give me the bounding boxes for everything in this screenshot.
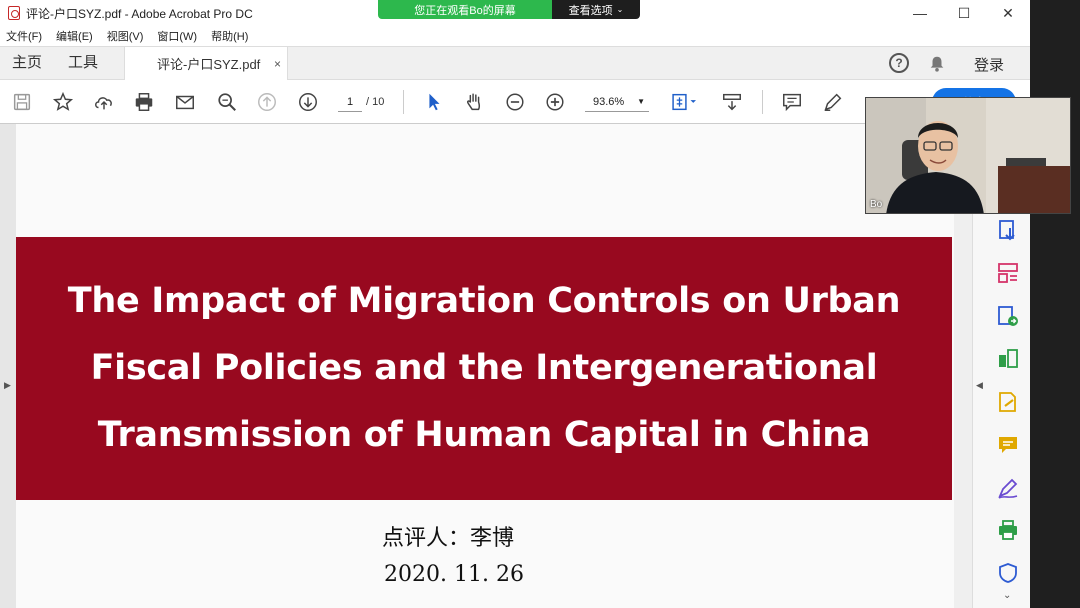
highlight-pen-icon[interactable] [821, 90, 845, 114]
menu-help[interactable]: 帮助(H) [211, 28, 248, 44]
view-options-button[interactable]: 查看选项 ⌄ [552, 0, 640, 19]
zoom-level-select[interactable]: 93.6% ▼ [585, 92, 649, 112]
expand-left-icon: ▶ [4, 380, 11, 390]
bell-icon[interactable] [928, 55, 946, 73]
select-cursor-icon[interactable] [422, 90, 446, 114]
compare-files-icon[interactable] [996, 347, 1020, 371]
edit-pdf-icon[interactable] [996, 304, 1020, 328]
scroll-mode-icon[interactable] [720, 90, 744, 114]
toolbar-divider [403, 90, 404, 114]
webcam-user-label: Bo [870, 199, 883, 210]
fill-sign-icon[interactable] [996, 390, 1020, 414]
slide-reviewer: 点评人：李博 [382, 526, 515, 551]
window-controls: — ☐ ✕ [898, 0, 1030, 26]
window-title: 评论-户口SYZ.pdf - Adobe Acrobat Pro DC [26, 6, 253, 21]
menu-window[interactable]: 窗口(W) [157, 28, 197, 44]
previous-page-icon[interactable] [255, 90, 279, 114]
print-production-icon[interactable] [996, 518, 1020, 542]
save-icon[interactable] [10, 90, 34, 114]
hand-tool-icon[interactable] [462, 90, 486, 114]
zoom-search-icon[interactable] [215, 90, 239, 114]
menu-file[interactable]: 文件(F) [6, 28, 42, 44]
export-pdf-icon[interactable] [996, 218, 1020, 242]
email-icon[interactable] [173, 90, 197, 114]
tab-home[interactable]: 主页 [12, 47, 42, 79]
acrobat-window: 评论-户口SYZ.pdf - Adobe Acrobat Pro DC — ☐ … [0, 0, 1030, 608]
help-icon[interactable]: ? [889, 53, 909, 73]
minimize-button[interactable]: — [898, 0, 942, 26]
tab-tools[interactable]: 工具 [68, 47, 98, 79]
tab-close-icon[interactable]: × [274, 57, 281, 71]
tab-document-label: 评论-户口SYZ.pdf [157, 57, 261, 72]
organize-pages-icon[interactable] [996, 261, 1020, 285]
view-options-label: 查看选项 [568, 4, 613, 17]
comment-tool-icon[interactable] [996, 433, 1020, 457]
page-total: / 10 [366, 96, 385, 108]
share-status: 您正在观看Bo的屏幕 [378, 0, 552, 19]
slide-title-line-2: Fiscal Policies and the Intergenerationa… [90, 348, 878, 388]
webcam-video[interactable]: Bo [865, 97, 1071, 214]
protect-shield-icon[interactable] [996, 561, 1020, 585]
close-window-button[interactable]: ✕ [986, 0, 1030, 26]
slide-title-band: The Impact of Migration Controls on Urba… [16, 237, 952, 500]
zoom-in-icon[interactable] [543, 90, 567, 114]
left-panel-toggle[interactable]: ▶ [0, 124, 16, 608]
fit-page-icon[interactable] [668, 90, 702, 114]
collapse-right-panel-icon[interactable]: ◀ [976, 380, 983, 391]
pdf-file-icon [8, 6, 20, 20]
zoom-out-icon[interactable] [503, 90, 527, 114]
webcam-feed-image [866, 98, 1070, 213]
next-page-icon[interactable] [296, 90, 320, 114]
menu-view[interactable]: 视图(V) [107, 28, 144, 44]
slide-title-line-3: Transmission of Human Capital in China [97, 415, 871, 455]
chevron-down-icon: ▼ [637, 97, 645, 106]
slide-title-line-1: The Impact of Migration Controls on Urba… [67, 281, 901, 321]
chevron-down-icon: ⌄ [616, 5, 624, 14]
login-link[interactable]: 登录 [974, 54, 1004, 75]
comment-icon[interactable] [780, 90, 804, 114]
toolbar-divider [762, 90, 763, 114]
menu-edit[interactable]: 编辑(E) [56, 28, 93, 44]
desktop-edge [1030, 0, 1080, 608]
maximize-button[interactable]: ☐ [942, 0, 986, 26]
zoom-level-value: 93.6% [593, 96, 625, 108]
tab-bar: 主页 工具 评论-户口SYZ.pdf × ? 登录 [0, 46, 1030, 80]
menu-bar: 文件(F) 编辑(E) 视图(V) 窗口(W) 帮助(H) [0, 26, 1030, 46]
slide-date: 2020. 11. 26 [384, 562, 524, 587]
page-number-input[interactable]: 1 [338, 92, 362, 112]
print-icon[interactable] [132, 90, 156, 114]
screen-share-banner: 您正在观看Bo的屏幕 查看选项 ⌄ [378, 0, 640, 19]
tab-document[interactable]: 评论-户口SYZ.pdf × [124, 47, 288, 80]
signature-icon[interactable] [996, 476, 1020, 500]
chevron-down-icon[interactable]: ⌄ [1003, 590, 1011, 601]
cloud-upload-icon[interactable] [92, 90, 116, 114]
star-icon[interactable] [51, 90, 75, 114]
